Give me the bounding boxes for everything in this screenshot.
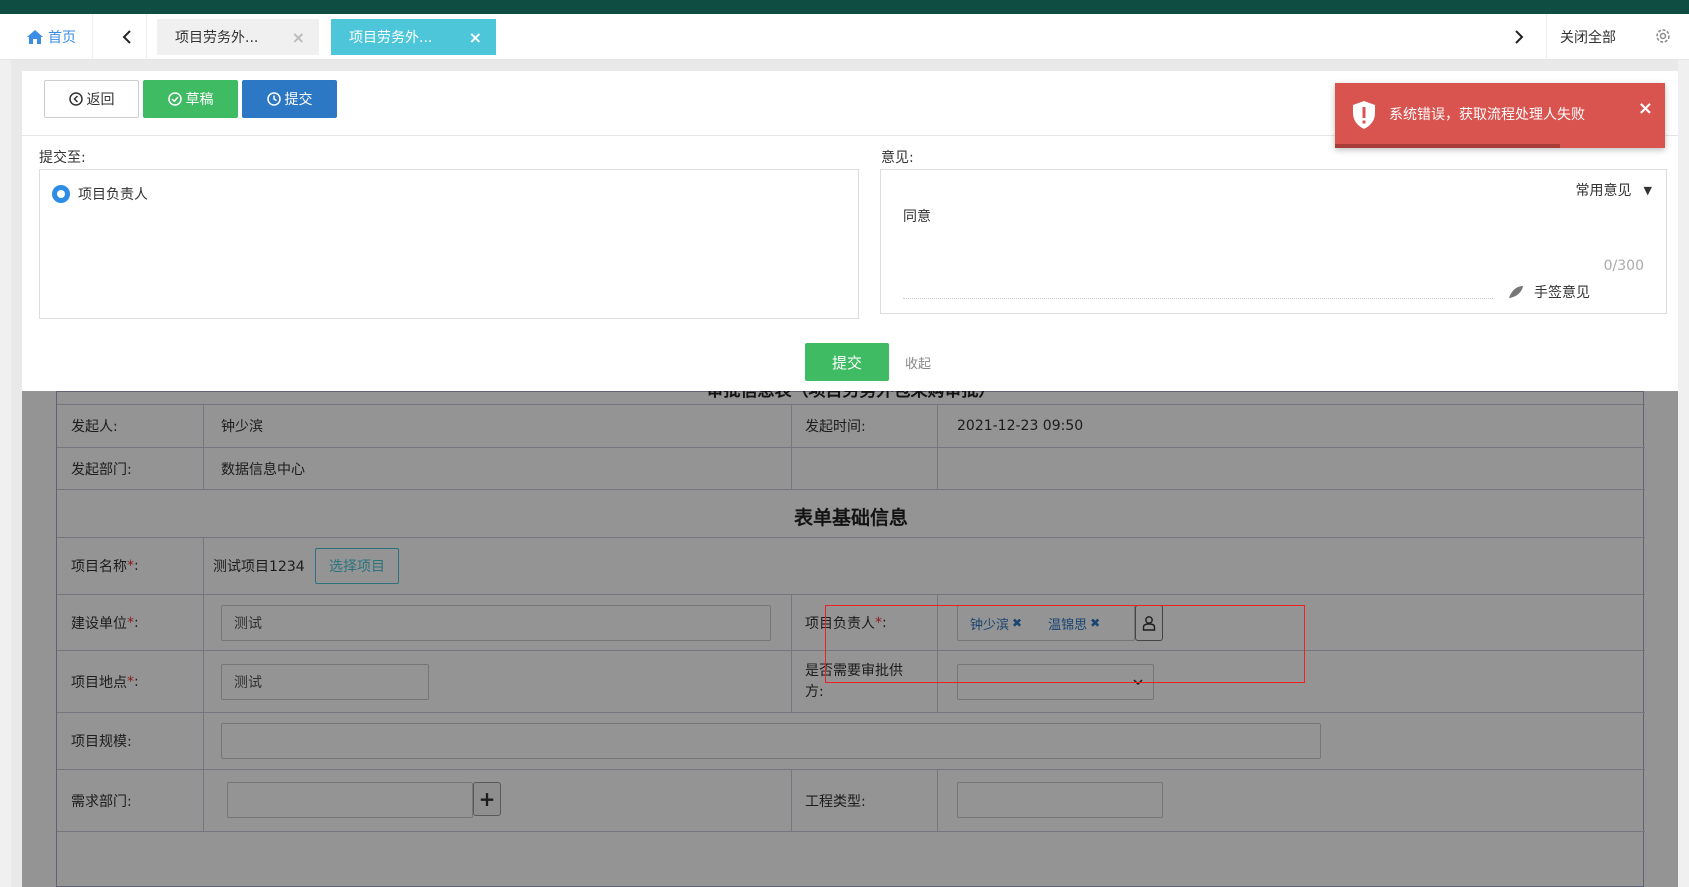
annotation-highlight-box	[825, 605, 1305, 683]
tab-home[interactable]: 首页	[26, 24, 76, 50]
common-opinion-dropdown[interactable]: 常用意见 ▼	[1576, 180, 1652, 200]
leaf-icon	[1509, 286, 1523, 298]
tab-label: 项目劳务外...	[175, 30, 259, 46]
draft-button[interactable]: 草稿	[143, 80, 238, 118]
tab-project-labor-2[interactable]: 项目劳务外... ×	[331, 19, 496, 55]
divider	[146, 14, 147, 60]
close-icon[interactable]: ×	[469, 28, 482, 47]
opinion-box: 常用意见 ▼ 同意 0/300 手签意见	[880, 169, 1667, 314]
clock-circle-icon	[266, 92, 281, 106]
submit-button[interactable]: 提交	[805, 343, 889, 381]
settings-button[interactable]	[1654, 27, 1672, 49]
submit-top-label: 提交	[284, 92, 313, 108]
back-circle-icon	[68, 92, 83, 106]
toast-message: 系统错误，获取流程处理人失败	[1389, 107, 1585, 123]
back-label: 返回	[86, 92, 115, 108]
chevron-left-icon	[122, 30, 131, 44]
tab-bar: 首页 项目劳务外... × 项目劳务外... × 关闭全部	[0, 14, 1689, 60]
caret-down-icon: ▼	[1643, 183, 1652, 197]
tabs-next-button[interactable]	[1508, 26, 1530, 48]
top-strip	[0, 0, 1689, 14]
home-icon	[27, 30, 43, 44]
submit-to-box: 项目负责人	[39, 169, 859, 319]
divider	[92, 14, 93, 60]
radio-option-label: 项目负责人	[78, 187, 148, 203]
divider	[1546, 14, 1547, 60]
close-all-button[interactable]: 关闭全部	[1560, 27, 1616, 47]
collapse-link[interactable]: 收起	[905, 353, 931, 372]
common-opinion-label: 常用意见	[1575, 183, 1632, 199]
tab-label: 项目劳务外...	[349, 30, 433, 46]
handsign-opinion-button[interactable]: 手签意见	[1508, 282, 1590, 302]
char-count: 0/300	[1603, 258, 1644, 274]
handsign-label: 手签意见	[1534, 285, 1590, 301]
opinion-textarea[interactable]: 同意	[903, 206, 931, 226]
opinion-label: 意见:	[881, 150, 914, 166]
radio-option-project-lead[interactable]: 项目负责人	[52, 184, 148, 204]
draft-label: 草稿	[185, 92, 214, 108]
gear-icon	[1656, 29, 1670, 43]
submit-top-button[interactable]: 提交	[242, 80, 337, 118]
tab-project-labor-1[interactable]: 项目劳务外... ×	[157, 19, 319, 55]
toast-close-button[interactable]: ×	[1638, 98, 1653, 119]
dotted-divider	[903, 298, 1493, 299]
error-toast: 系统错误，获取流程处理人失败 ×	[1335, 83, 1665, 148]
check-circle-icon	[167, 92, 182, 106]
tab-home-label: 首页	[48, 30, 76, 46]
back-button[interactable]: 返回	[44, 80, 139, 118]
radio-selected-icon[interactable]	[52, 185, 70, 203]
close-icon[interactable]: ×	[292, 28, 305, 47]
chevron-right-icon	[1515, 30, 1524, 44]
toast-progress-bar	[1335, 144, 1560, 148]
tabs-prev-button[interactable]	[116, 26, 138, 48]
shield-alert-icon	[1353, 101, 1375, 129]
submit-to-label: 提交至:	[39, 150, 86, 166]
